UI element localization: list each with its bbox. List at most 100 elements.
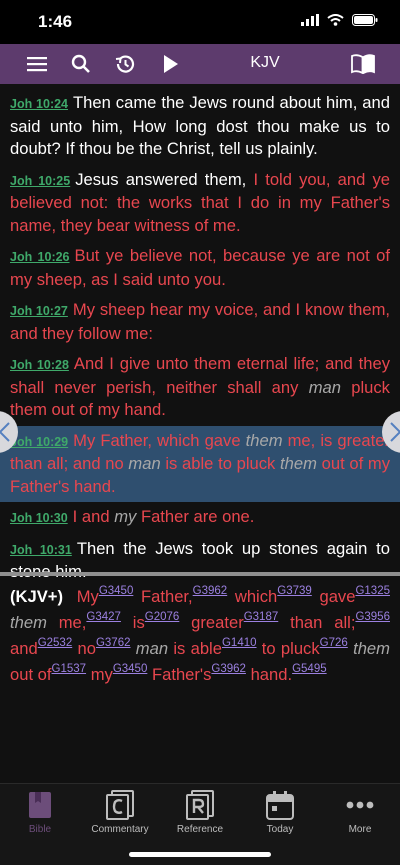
strongs-word-text: is [132, 613, 145, 632]
strongs-word-text: out of [10, 665, 52, 684]
verse-text: Jesus answered them, [75, 169, 254, 189]
strongs-word: Father,G3962 [141, 585, 228, 606]
home-indicator [129, 852, 271, 857]
strongs-word-text: gave [319, 587, 356, 606]
words-of-christ-text: I and [72, 507, 115, 526]
strongs-number-link[interactable]: G3450 [113, 663, 148, 675]
strongs-word: them [10, 613, 47, 632]
signal-icon [301, 14, 319, 26]
menu-icon[interactable] [24, 52, 50, 76]
tab-label: More [348, 824, 372, 835]
strongs-number-link[interactable]: G3762 [96, 637, 131, 649]
italic-supplied-word: them [245, 430, 283, 450]
strongs-word: noG3762 [77, 637, 131, 658]
tab-bible[interactable]: Bible [0, 790, 80, 835]
more-icon [320, 790, 400, 820]
chevron-left-icon [0, 422, 10, 442]
search-icon[interactable] [68, 52, 94, 76]
strongs-number-link[interactable]: G5495 [292, 663, 327, 675]
verse-row[interactable]: Joh 10:28 And I give unto them eternal li… [0, 349, 400, 426]
strongs-word: andG2532 [10, 637, 73, 658]
verse-row[interactable]: Joh 10:26 But ye believe not, because ye … [0, 241, 400, 295]
commentary-icon [80, 790, 160, 820]
strongs-number-link[interactable]: G726 [320, 637, 348, 649]
split-divider[interactable] [0, 572, 400, 576]
strongs-panel: (KJV+) MyG3450 Father,G3962 whichG3739 g… [10, 584, 390, 688]
verse-row[interactable]: Joh 10:29 My Father, which gave them me, … [0, 425, 400, 502]
strongs-word: than all;G3956 [290, 611, 390, 632]
status-icons [301, 14, 378, 26]
play-icon[interactable] [158, 52, 184, 76]
strongs-word: man [136, 639, 168, 658]
strongs-number-link[interactable]: G2076 [145, 611, 180, 623]
status-time: 1:46 [38, 12, 73, 31]
strongs-number-link[interactable]: G3962 [211, 663, 246, 675]
verse-row[interactable]: Joh 10:30 I and my Father are one. [0, 502, 400, 534]
book-chooser-icon[interactable] [350, 52, 376, 76]
verse-row[interactable]: Joh 10:31 Then the Jews took up stones ag… [0, 534, 400, 588]
wifi-icon [327, 14, 344, 26]
verse-reference-link[interactable]: Joh 10:29 [10, 435, 68, 449]
bible-icon [0, 790, 80, 820]
tab-commentary[interactable]: Commentary [80, 790, 160, 835]
verse-reference-link[interactable]: Joh 10:30 [10, 511, 68, 525]
translation-selector[interactable]: KJV [240, 54, 290, 72]
strongs-word: hand.G5495 [250, 663, 327, 684]
strongs-number-link[interactable]: G3962 [193, 585, 228, 597]
verse-row[interactable]: Joh 10:27 My sheep hear my voice, and I k… [0, 295, 400, 349]
strongs-number-link[interactable]: G1325 [355, 585, 390, 597]
strongs-number-link[interactable]: G1410 [222, 637, 257, 649]
italic-supplied-word: them [280, 454, 317, 473]
verse-reference-link[interactable]: Joh 10:27 [10, 304, 68, 318]
app-toolbar: KJV [0, 44, 400, 84]
verse-reference-link[interactable]: Joh 10:26 [10, 250, 70, 264]
strongs-word: me,G3427 [59, 611, 121, 632]
strongs-version-label: (KJV+) [10, 587, 64, 606]
italic-supplied-word: man [128, 454, 161, 473]
italic-supplied-word: man [135, 639, 169, 658]
strongs-number-link[interactable]: G3956 [355, 611, 390, 623]
words-of-christ-text: is able to pluck [160, 454, 281, 473]
verse-row[interactable]: Joh 10:25 Jesus answered them, I told you… [0, 165, 400, 242]
strongs-word-text: hand. [250, 665, 293, 684]
strongs-word: whichG3739 [234, 585, 312, 606]
tab-more[interactable]: More [320, 790, 400, 835]
strongs-number-link[interactable]: G3187 [244, 611, 279, 623]
strongs-number-link[interactable]: G2532 [38, 637, 73, 649]
strongs-word: Father'sG3962 [152, 663, 246, 684]
strongs-word: to pluckG726 [261, 637, 348, 658]
verse-list: Joh 10:24 Then came the Jews round about … [0, 88, 400, 581]
strongs-word-text: than all; [290, 613, 356, 632]
strongs-number-link[interactable]: G3427 [86, 611, 121, 623]
tab-today[interactable]: Today [240, 790, 320, 835]
tab-label: Reference [176, 824, 224, 835]
tab-label: Today [266, 824, 294, 835]
strongs-number-link[interactable]: G1537 [52, 663, 87, 675]
strongs-word: greaterG3187 [191, 611, 279, 632]
tab-label: Bible [28, 824, 52, 835]
verse-reference-link[interactable]: Joh 10:28 [10, 358, 69, 372]
calendar-icon [240, 790, 320, 820]
history-icon[interactable] [112, 52, 138, 76]
tab-reference[interactable]: Reference [160, 790, 240, 835]
verse-reference-link[interactable]: Joh 10:25 [10, 174, 70, 188]
strongs-word-text: and [10, 639, 38, 658]
words-of-christ-text: Father are one. [136, 507, 255, 526]
verse-reference-link[interactable]: Joh 10:24 [10, 97, 68, 111]
strongs-word: out ofG1537 [10, 663, 87, 684]
tab-label: Commentary [91, 824, 149, 835]
strongs-word-text: no [77, 639, 96, 658]
words-of-christ-text: My Father, which gave [73, 430, 246, 450]
strongs-word: gaveG1325 [319, 585, 390, 606]
italic-supplied-word: man [308, 377, 341, 397]
strongs-number-link[interactable]: G3450 [99, 585, 134, 597]
verse-row[interactable]: Joh 10:24 Then came the Jews round about … [0, 88, 400, 165]
strongs-word: them [353, 639, 390, 658]
strongs-word-text: to pluck [261, 639, 320, 658]
strongs-number-link[interactable]: G3739 [277, 585, 312, 597]
strongs-word: is ableG1410 [173, 637, 257, 658]
verse-reference-link[interactable]: Joh 10:31 [10, 543, 72, 557]
strongs-word-text: which [234, 587, 278, 606]
italic-supplied-word: them [10, 613, 47, 632]
italic-supplied-word: them [353, 639, 390, 658]
